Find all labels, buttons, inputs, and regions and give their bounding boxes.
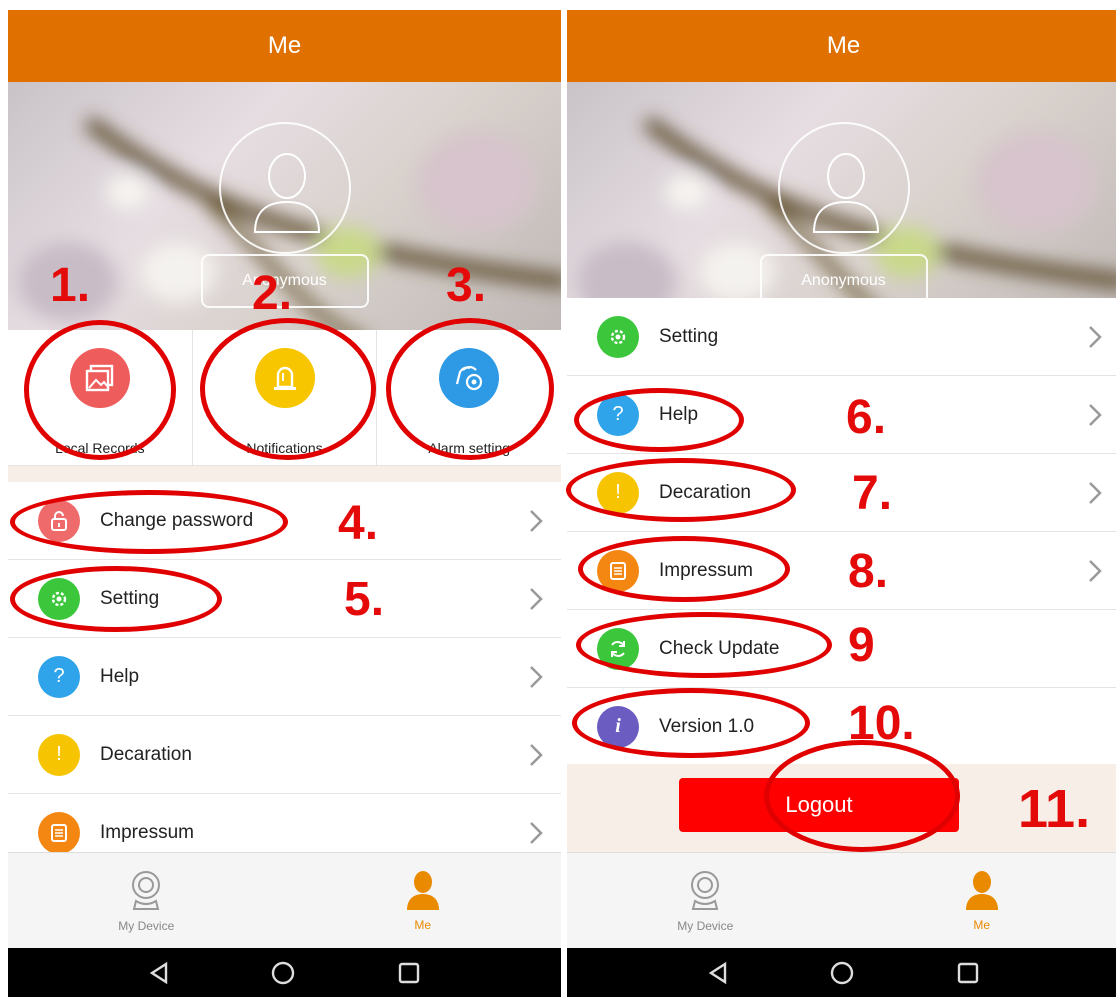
profile-header: Anonymous <box>567 82 1116 330</box>
nav-label: My Device <box>118 918 175 933</box>
question-mark-icon: ? <box>597 393 639 436</box>
document-list-icon <box>597 549 639 592</box>
notifications-button[interactable]: Notifications <box>193 330 378 465</box>
system-navigation-bar <box>8 948 561 997</box>
menu-item-label: Setting <box>100 587 160 609</box>
chevron-right-icon <box>1089 325 1102 348</box>
avatar[interactable] <box>218 122 351 254</box>
document-list-icon <box>38 811 80 854</box>
logout-section: Logout <box>567 764 1116 852</box>
menu-item-label: Help <box>659 403 699 425</box>
nav-label: Me <box>973 917 991 932</box>
menu-item-label: Check Update <box>659 637 780 659</box>
quick-action-label: Alarm setting <box>428 440 511 456</box>
menu-item-help[interactable]: ? Help <box>567 376 1116 454</box>
menu-item-label: Impressum <box>100 821 194 843</box>
user-silhouette-icon <box>812 153 879 233</box>
title-bar: Me <box>8 10 561 82</box>
menu-item-decaration[interactable]: ! Decaration <box>567 454 1116 532</box>
back-icon[interactable] <box>148 961 170 985</box>
quick-action-label: Local Records <box>55 440 145 456</box>
chevron-right-icon <box>530 743 543 766</box>
person-icon <box>965 870 998 910</box>
info-icon: i <box>597 705 639 748</box>
menu-item-change-password[interactable]: Change password <box>8 482 561 560</box>
menu-item-decaration[interactable]: ! Decaration <box>8 716 561 794</box>
right-screen: Me Anonymous Setting ? Help ! Decaration… <box>567 0 1116 997</box>
chevron-right-icon <box>530 587 543 610</box>
profile-header: Anonymous <box>8 82 561 330</box>
chevron-right-icon <box>530 665 543 688</box>
camera-icon <box>691 870 720 910</box>
refresh-icon <box>597 627 639 670</box>
recents-icon[interactable] <box>397 961 421 985</box>
menu-item-label: Decaration <box>659 481 751 503</box>
nav-label: My Device <box>677 918 734 933</box>
recents-icon[interactable] <box>956 961 980 985</box>
left-screen: Me Anonymous Local Records Notifications… <box>8 0 561 997</box>
chevron-right-icon <box>1089 403 1102 426</box>
logout-label: Logout <box>785 792 853 817</box>
bottom-navigation: My Device Me <box>567 852 1116 948</box>
page-title: Me <box>267 32 302 59</box>
lock-icon <box>38 499 80 542</box>
system-navigation-bar <box>567 948 1116 997</box>
menu-item-version[interactable]: i Version 1.0 <box>567 688 1116 766</box>
user-name: Anonymous <box>801 272 886 289</box>
menu-item-label: Change password <box>100 509 254 531</box>
menu-item-label: Impressum <box>659 559 753 581</box>
avatar[interactable] <box>777 122 910 254</box>
menu-item-label: Version 1.0 <box>659 715 755 737</box>
nav-me[interactable]: Me <box>844 853 1116 948</box>
menu-item-label: Decaration <box>100 743 192 765</box>
chevron-right-icon <box>530 821 543 844</box>
menu-item-help[interactable]: ? Help <box>8 638 561 716</box>
chevron-right-icon <box>1089 559 1102 582</box>
alarm-gear-icon <box>439 348 500 408</box>
gear-icon <box>597 315 639 358</box>
alarm-bell-icon <box>254 348 315 408</box>
quick-actions: Local Records Notifications Alarm settin… <box>8 330 561 466</box>
bottom-navigation: My Device Me <box>8 852 561 948</box>
chevron-right-icon <box>1089 481 1102 504</box>
menu-list: Setting ? Help ! Decaration Impressum Ch… <box>567 298 1116 766</box>
nav-label: Me <box>414 917 432 932</box>
logout-button[interactable]: Logout <box>679 778 959 832</box>
home-icon[interactable] <box>270 960 296 986</box>
chevron-right-icon <box>530 509 543 532</box>
user-name: Anonymous <box>242 272 327 289</box>
nav-my-device[interactable]: My Device <box>567 853 844 948</box>
question-mark-icon: ? <box>38 655 80 698</box>
user-silhouette-icon <box>253 153 320 233</box>
title-bar: Me <box>567 10 1116 82</box>
gallery-icon <box>69 348 130 408</box>
menu-item-label: Setting <box>659 325 719 347</box>
menu-item-check-update[interactable]: Check Update <box>567 610 1116 688</box>
menu-item-setting[interactable]: Setting <box>8 560 561 638</box>
menu-list: Change password Setting ? Help ! Decarat… <box>8 482 561 872</box>
person-icon <box>406 870 439 910</box>
home-icon[interactable] <box>829 960 855 986</box>
gear-icon <box>38 577 80 620</box>
quick-action-label: Notifications <box>246 440 323 456</box>
exclamation-icon: ! <box>38 733 80 776</box>
section-divider <box>8 466 561 482</box>
exclamation-icon: ! <box>597 471 639 514</box>
page-title: Me <box>826 32 861 59</box>
nav-me[interactable]: Me <box>285 853 562 948</box>
local-records-button[interactable]: Local Records <box>8 330 193 465</box>
menu-item-setting[interactable]: Setting <box>567 298 1116 376</box>
menu-item-label: Help <box>100 665 140 687</box>
alarm-setting-button[interactable]: Alarm setting <box>377 330 561 465</box>
menu-item-impressum[interactable]: Impressum <box>567 532 1116 610</box>
camera-icon <box>132 870 161 910</box>
back-icon[interactable] <box>707 961 729 985</box>
nav-my-device[interactable]: My Device <box>8 853 285 948</box>
user-name-button[interactable]: Anonymous <box>200 254 369 308</box>
